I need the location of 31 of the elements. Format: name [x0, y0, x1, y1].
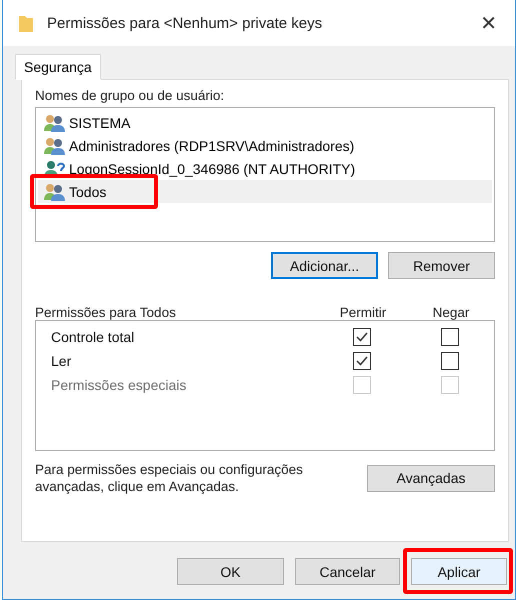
- checkbox[interactable]: [441, 328, 459, 346]
- list-button[interactable]: Adicionar...: [271, 252, 378, 279]
- checkbox[interactable]: [441, 352, 459, 370]
- window-title: Permissões para <Nenhum> private keys: [47, 14, 324, 32]
- users-label: Nomes de grupo ou de usuário:: [35, 88, 226, 103]
- dialog-button[interactable]: Cancelar: [295, 558, 400, 585]
- checkbox[interactable]: [353, 352, 371, 370]
- close-button[interactable]: ✕: [474, 11, 503, 35]
- list-button[interactable]: Remover: [388, 252, 495, 279]
- permission-name: Permissões especiais: [51, 377, 188, 393]
- checkmark-icon: [356, 356, 368, 366]
- users-icon: [44, 182, 66, 200]
- checkbox[interactable]: [353, 328, 371, 346]
- user-item[interactable]: Todos: [38, 180, 492, 203]
- checkmark-icon: [356, 332, 368, 342]
- dialog-button[interactable]: OK: [177, 558, 284, 585]
- advanced-hint: Para permissões especiais ou configurações avançadas, clique em Avançadas.: [35, 461, 304, 495]
- users-icon: [44, 114, 66, 132]
- tab[interactable]: Segurança: [15, 54, 101, 80]
- column-header: Permitir: [338, 305, 388, 320]
- users-icon: [44, 136, 66, 154]
- user-item[interactable]: LogonSessionId_0_346986 (NT AUTHORITY): [38, 157, 492, 180]
- user-item[interactable]: SISTEMA: [38, 111, 492, 134]
- folder-icon: [19, 14, 33, 32]
- permission-name: Ler: [51, 353, 72, 369]
- advanced-button[interactable]: Avançadas: [367, 464, 495, 492]
- permission-name: Controle total: [51, 329, 136, 345]
- permissions-title: Permissões para Todos: [35, 305, 177, 320]
- user-item[interactable]: Administradores (RDP1SRV\Administradores): [38, 134, 492, 157]
- column-header: Negar: [432, 305, 470, 320]
- dialog-button[interactable]: Aplicar: [411, 558, 507, 585]
